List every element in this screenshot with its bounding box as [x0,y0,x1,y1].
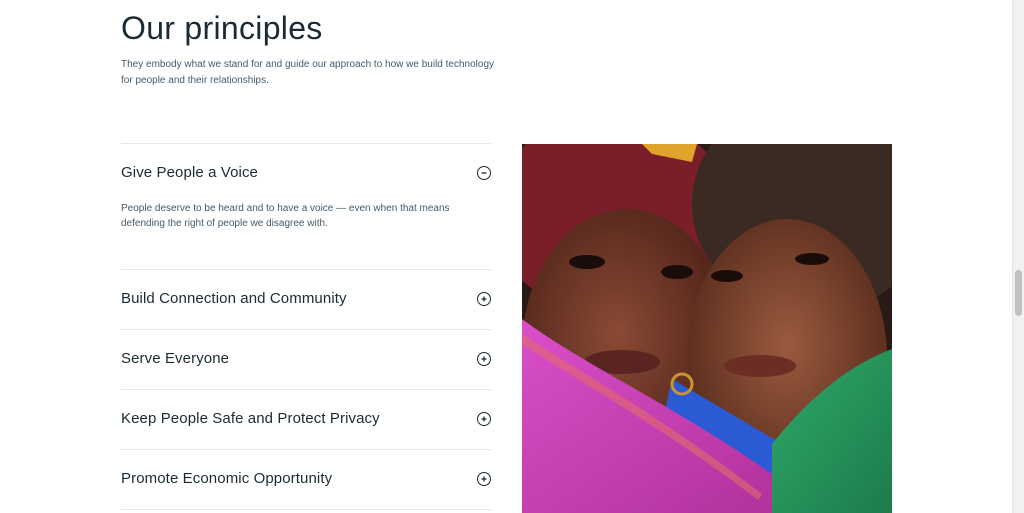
principles-photo [522,144,892,513]
page-title: Our principles [121,10,323,46]
accordion-item-give-people-a-voice: Give People a Voice People deserve to be… [121,143,492,269]
accordion-header-build-connection[interactable]: Build Connection and Community [121,270,492,329]
minus-circle-icon[interactable] [477,166,491,180]
accordion-title: Build Connection and Community [121,290,347,307]
accordion-title: Serve Everyone [121,350,230,367]
accordion-item-build-connection: Build Connection and Community [121,269,492,329]
accordion-body-text: People deserve to be heard and to have a… [121,203,450,229]
accordion-header-give-people-a-voice[interactable]: Give People a Voice [121,144,492,203]
scrollbar-thumb[interactable] [1015,270,1022,316]
plus-circle-icon[interactable] [477,292,491,306]
accordion-item-serve-everyone: Serve Everyone [121,329,492,389]
plus-circle-icon[interactable] [477,352,491,366]
page-scrollbar[interactable] [1012,0,1024,513]
accordion-header-keep-people-safe[interactable]: Keep People Safe and Protect Privacy [121,390,492,449]
accordion-title: Promote Economic Opportunity [121,470,333,487]
accordion-item-keep-people-safe: Keep People Safe and Protect Privacy [121,389,492,449]
principles-accordion: Give People a Voice People deserve to be… [121,143,492,510]
accordion-header-promote-economic-opportunity[interactable]: Promote Economic Opportunity [121,450,492,509]
photo-illustration [522,144,892,513]
plus-circle-icon[interactable] [477,412,491,426]
accordion-body-give-people-a-voice: People deserve to be heard and to have a… [121,203,492,269]
accordion-item-promote-economic-opportunity: Promote Economic Opportunity [121,449,492,510]
page-content: Our principles They embody what we stand… [0,0,1012,513]
accordion-title: Give People a Voice [121,164,258,181]
page-subtitle: They embody what we stand for and guide … [121,59,495,86]
plus-circle-icon[interactable] [477,472,491,486]
accordion-header-serve-everyone[interactable]: Serve Everyone [121,330,492,389]
accordion-title: Keep People Safe and Protect Privacy [121,410,380,427]
